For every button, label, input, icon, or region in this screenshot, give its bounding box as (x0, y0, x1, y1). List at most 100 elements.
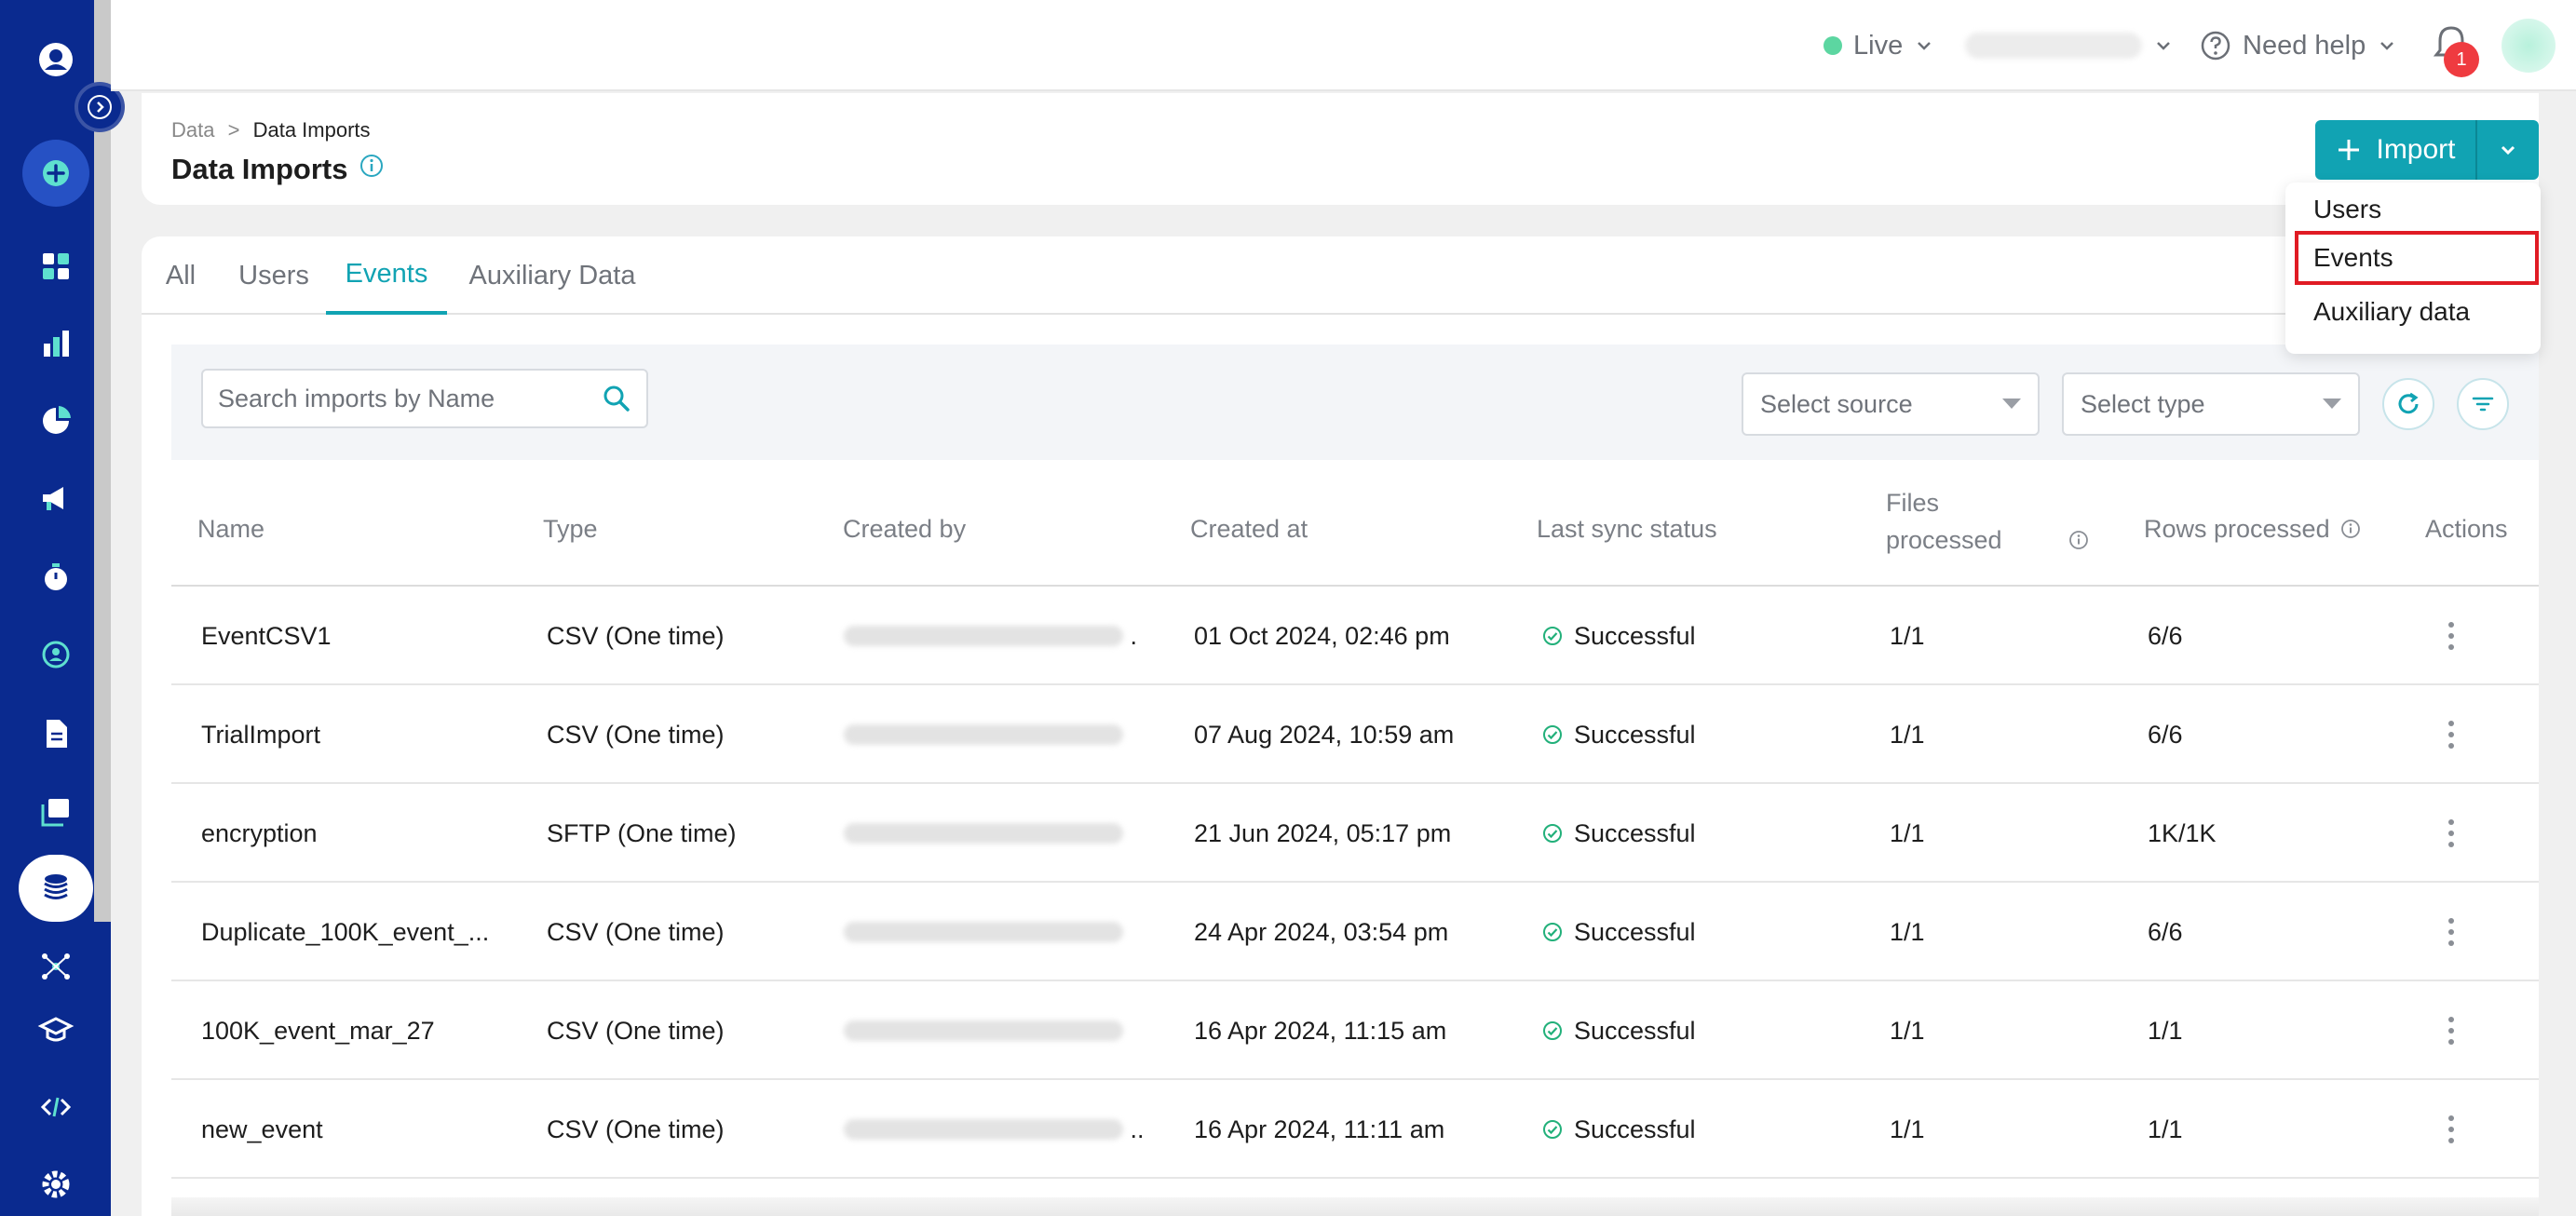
page-header-card (142, 93, 2539, 205)
environment-selector[interactable]: Live (1824, 24, 1934, 67)
tab-all[interactable]: All (162, 236, 199, 315)
info-icon[interactable] (2339, 518, 2362, 540)
campaigns-icon[interactable] (22, 465, 89, 532)
cell-status: Successful (1542, 1080, 1696, 1179)
status-label: Successful (1574, 1016, 1696, 1045)
user-logo-icon (39, 43, 73, 76)
cell-name[interactable]: new_event (201, 1080, 323, 1179)
environment-label: Live (1853, 30, 1904, 61)
success-check-icon (1543, 1021, 1562, 1040)
document-icon[interactable] (22, 700, 89, 767)
tab-users[interactable]: Users (237, 236, 311, 315)
avatar[interactable] (2501, 19, 2556, 73)
kebab-menu-icon (2442, 819, 2461, 847)
select-source-dropdown[interactable]: Select source (1742, 372, 2040, 436)
menu-item-auxiliary-data[interactable]: Auxiliary data (2313, 289, 2470, 335)
add-icon[interactable] (22, 140, 89, 207)
breadcrumb-data-link[interactable]: Data (171, 118, 214, 142)
table-row[interactable]: Duplicate_100K_event_... CSV (One time) … (171, 883, 2539, 981)
row-actions-menu[interactable] (2442, 883, 2461, 981)
need-help-label: Need help (2243, 30, 2366, 61)
code-icon[interactable] (22, 1074, 89, 1141)
filter-icon (2472, 397, 2494, 412)
status-label: Successful (1574, 621, 1696, 650)
need-help-menu[interactable]: Need help (2200, 24, 2397, 67)
dashboard-icon[interactable] (22, 233, 89, 300)
cell-rows: 1/1 (2148, 1016, 2183, 1045)
search-icon[interactable] (602, 384, 631, 413)
search-input[interactable] (218, 384, 602, 413)
cell-name[interactable]: Duplicate_100K_event_... (201, 883, 489, 981)
cell-status: Successful (1542, 981, 1696, 1080)
data-icon[interactable] (19, 855, 93, 922)
integrations-icon[interactable] (22, 933, 89, 1000)
menu-item-users[interactable]: Users (2313, 186, 2381, 233)
import-dropdown-toggle[interactable] (2477, 120, 2539, 180)
cell-name[interactable]: EventCSV1 (201, 587, 332, 685)
filter-button[interactable] (2457, 378, 2509, 430)
cell-name[interactable]: TrialImport (201, 685, 320, 784)
table-row[interactable]: encryption SFTP (One time) 21 Jun 2024, … (171, 784, 2539, 883)
row-actions-menu[interactable] (2442, 685, 2461, 784)
success-check-icon (1543, 725, 1562, 744)
table-footer-shadow (171, 1197, 2539, 1216)
breadcrumb-separator: > (227, 118, 240, 142)
logo-icon[interactable] (22, 26, 89, 93)
table-row[interactable]: TrialImport CSV (One time) 07 Aug 2024, … (171, 685, 2539, 784)
analytics-icon[interactable] (22, 310, 89, 377)
cell-files: 1/1 (1890, 818, 1925, 847)
workspace-selector[interactable] (1965, 24, 2174, 67)
column-header-created-at[interactable]: Created at (1190, 510, 1308, 547)
cell-created-by-redacted (844, 784, 1123, 883)
segments-icon[interactable] (22, 387, 89, 454)
info-icon[interactable] (2068, 529, 2090, 551)
table-header: Name Type Created by Created at Last syn… (171, 471, 2539, 587)
cell-name[interactable]: encryption (201, 784, 318, 883)
cell-name[interactable]: 100K_event_mar_27 (201, 981, 435, 1080)
column-header-type[interactable]: Type (543, 510, 598, 547)
tab-bar: All Users Events Auxiliary Data (142, 236, 2539, 315)
column-header-rows-processed[interactable]: Rows processed (2144, 510, 2362, 547)
import-button[interactable]: Import (2315, 120, 2477, 180)
table-row[interactable]: new_event CSV (One time) .. 16 Apr 2024,… (171, 1080, 2539, 1179)
timer-icon[interactable] (22, 544, 89, 611)
table-row[interactable]: 100K_event_mar_27 CSV (One time) 16 Apr … (171, 981, 2539, 1080)
row-actions-menu[interactable] (2442, 784, 2461, 883)
cell-files: 1/1 (1890, 917, 1925, 946)
column-header-name[interactable]: Name (197, 510, 264, 547)
cell-created-by-redacted (844, 883, 1123, 981)
content-library-icon[interactable] (22, 778, 89, 845)
row-actions-menu[interactable] (2442, 587, 2461, 685)
cell-created-by-redacted: .. (844, 1080, 1145, 1179)
import-label: Import (2376, 134, 2456, 165)
column-header-files-processed[interactable]: Files processed (1886, 484, 2002, 559)
row-actions-menu[interactable] (2442, 1080, 2461, 1179)
caret-down-icon (2323, 399, 2341, 409)
column-header-last-sync-status[interactable]: Last sync status (1537, 510, 1717, 547)
select-type-label: Select type (2081, 389, 2205, 418)
info-icon[interactable] (359, 153, 385, 186)
cell-type: CSV (One time) (547, 720, 725, 749)
academy-icon[interactable] (22, 997, 89, 1064)
cell-files: 1/1 (1890, 1016, 1925, 1045)
select-type-dropdown[interactable]: Select type (2062, 372, 2360, 436)
sidebar-scrollbar[interactable] (94, 0, 111, 922)
table-row[interactable]: EventCSV1 CSV (One time) . 01 Oct 2024, … (171, 587, 2539, 685)
cell-rows: 6/6 (2148, 720, 2183, 749)
settings-gear-icon[interactable] (22, 1151, 89, 1216)
files-header-line2: processed (1886, 526, 2002, 554)
menu-item-events[interactable]: Events (2313, 235, 2393, 281)
row-actions-menu[interactable] (2442, 981, 2461, 1080)
tab-events[interactable]: Events (326, 236, 447, 315)
column-header-actions: Actions (2425, 515, 2508, 543)
refresh-button[interactable] (2382, 378, 2434, 430)
column-header-created-by[interactable]: Created by (843, 510, 966, 547)
cell-type: CSV (One time) (547, 1115, 725, 1143)
rows-processed-label: Rows processed (2144, 515, 2330, 543)
tab-auxiliary-data[interactable]: Auxiliary Data (466, 236, 639, 315)
personalize-icon[interactable] (22, 621, 89, 688)
live-status-dot (1824, 36, 1842, 55)
workspace-name-redacted (1965, 33, 2142, 59)
chevron-down-icon (2501, 145, 2515, 155)
notification-badge: 1 (2444, 42, 2479, 77)
